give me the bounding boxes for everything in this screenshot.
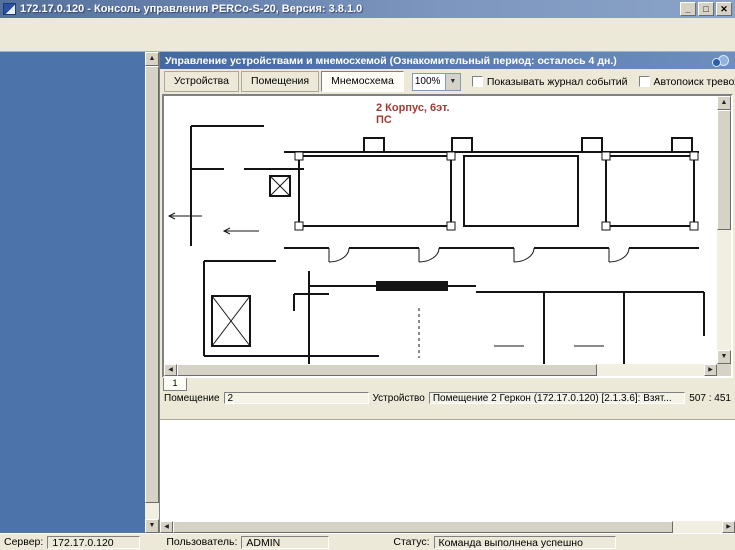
log-toolbar (160, 405, 735, 420)
menu-bar (0, 18, 735, 33)
sidebar (0, 52, 145, 533)
zoom-value: 100% (413, 74, 445, 90)
room-label: Помещение (164, 393, 220, 404)
scroll-down-icon[interactable]: ▼ (717, 350, 731, 364)
device-label: Устройство (373, 393, 425, 404)
event-log-table (160, 420, 735, 521)
zoom-select[interactable]: 100% ▼ (412, 73, 461, 91)
view-tabs-row: Устройства Помещения Мнемосхема 100% ▼ П… (160, 69, 735, 94)
room-value-field: 2 (224, 392, 369, 404)
status-label: Статус: (393, 536, 429, 548)
checkbox-icon[interactable] (472, 76, 483, 87)
section-header: Управление устройствами и мнемосхемой (О… (160, 52, 735, 69)
minimize-button[interactable]: _ (680, 2, 696, 16)
scroll-up-icon[interactable]: ▲ (717, 96, 731, 110)
scroll-left-icon[interactable]: ◀ (164, 364, 177, 376)
scrollbar-thumb[interactable] (177, 364, 597, 376)
scroll-down-icon[interactable]: ▼ (145, 519, 159, 533)
scrollbar-thumb[interactable] (173, 521, 673, 533)
scroll-right-icon[interactable]: ▶ (704, 364, 717, 376)
chevron-down-icon[interactable]: ▼ (445, 74, 460, 90)
plan-page-tabs: 1 (160, 378, 735, 391)
scroll-right-icon[interactable]: ▶ (722, 521, 735, 533)
device-value-field: Помещение 2 Геркон (172.17.0.120) [2.1.3… (429, 392, 685, 404)
scroll-up-icon[interactable]: ▲ (145, 52, 159, 66)
floor-plan[interactable]: 2 Корпус, 6эт. ПС (164, 96, 717, 364)
log-horizontal-scrollbar[interactable]: ◀ ▶ (160, 521, 735, 533)
toolbar (0, 33, 735, 52)
mnemoscheme-panel: 2 Корпус, 6эт. ПС ▲ ▼ ◀ ▶ (162, 94, 733, 378)
scrollbar-thumb[interactable] (717, 110, 731, 230)
plan-horizontal-scrollbar[interactable]: ◀ ▶ (164, 364, 717, 376)
plan-vertical-scrollbar[interactable]: ▲ ▼ (717, 96, 731, 364)
monitoring-icon (712, 55, 730, 67)
checkbox-autosearch[interactable]: Автопоиск тревожного устройства (639, 76, 735, 88)
checkbox-label: Автопоиск тревожного устройства (654, 76, 735, 88)
checkbox-show-log[interactable]: Показывать журнал событий (472, 76, 628, 88)
tab-mnemoscheme[interactable]: Мнемосхема (321, 71, 404, 92)
user-value: ADMIN (241, 536, 329, 549)
tab-rooms[interactable]: Помещения (241, 71, 319, 92)
plan-title: 2 Корпус, 6эт. ПС (376, 102, 450, 126)
status-bar: Сервер: 172.17.0.120 Пользователь: ADMIN… (0, 533, 735, 550)
tab-devices[interactable]: Устройства (164, 71, 239, 92)
scroll-left-icon[interactable]: ◀ (160, 521, 173, 533)
close-button[interactable]: ✕ (716, 2, 732, 16)
plan-page-tab-1[interactable]: 1 (163, 378, 187, 391)
sidebar-scrollbar[interactable]: ▲ ▼ (145, 52, 159, 533)
server-value: 172.17.0.120 (47, 536, 140, 549)
log-table-header (160, 420, 735, 449)
user-label: Пользователь: (166, 536, 237, 548)
server-label: Сервер: (4, 536, 43, 548)
scrollbar-thumb[interactable] (145, 66, 159, 503)
plan-title-line1: 2 Корпус, 6эт. (376, 102, 450, 114)
checkbox-label: Показывать журнал событий (487, 76, 628, 88)
selection-status-row: Помещение 2 Устройство Помещение 2 Герко… (160, 391, 735, 405)
content-panel: Управление устройствами и мнемосхемой (О… (159, 52, 735, 533)
checkbox-icon[interactable] (639, 76, 650, 87)
scrollbar-corner (717, 364, 731, 376)
cursor-coordinates: 507 : 451 (689, 393, 731, 404)
status-value: Команда выполнена успешно (434, 536, 616, 549)
title-bar: 172.17.0.120 - Консоль управления PERCo-… (0, 0, 735, 18)
window-title: 172.17.0.120 - Консоль управления PERCo-… (20, 3, 678, 15)
section-title: Управление устройствами и мнемосхемой (О… (165, 55, 617, 67)
floor-plan-walls (164, 96, 717, 364)
app-icon (3, 3, 16, 15)
plan-title-line2: ПС (376, 114, 450, 126)
maximize-button[interactable]: □ (698, 2, 714, 16)
